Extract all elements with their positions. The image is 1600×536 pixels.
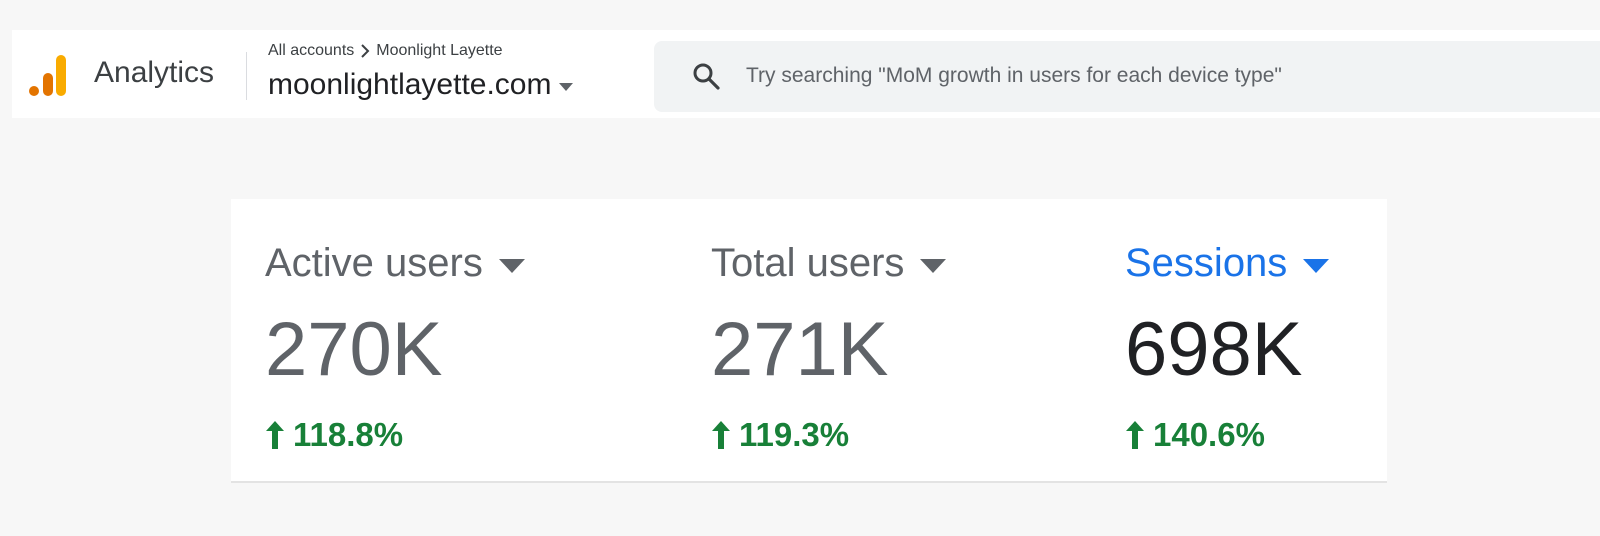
app-name: Analytics	[94, 56, 215, 89]
metric-value: 271K	[711, 307, 889, 392]
search-bar[interactable]	[654, 41, 1600, 112]
metric-change: 118.8%	[265, 416, 525, 454]
metric-change: 119.3%	[711, 416, 946, 454]
arrow-up-icon	[1126, 421, 1144, 449]
metric-value: 270K	[265, 307, 443, 392]
metric-label: Active users	[265, 241, 483, 285]
metric-label: Sessions	[1125, 241, 1288, 285]
search-icon[interactable]	[692, 62, 720, 90]
metric-total-users[interactable]: Total users 271K 119.3%	[711, 241, 947, 454]
breadcrumb-account[interactable]: Moonlight Layette	[376, 42, 502, 60]
breadcrumb: All accounts Moonlight Layette	[268, 42, 503, 60]
metric-selector-active-users[interactable]: Active users	[265, 241, 525, 286]
caret-down-icon	[498, 258, 525, 273]
arrow-up-icon	[266, 421, 284, 449]
metric-value: 698K	[1125, 307, 1303, 392]
metrics-card: Active users 270K 118.8% Total users 271…	[231, 199, 1387, 483]
metric-active-users[interactable]: Active users 270K 118.8%	[265, 241, 525, 454]
property-selector[interactable]: moonlightlayette.com	[268, 68, 574, 102]
search-input[interactable]	[746, 59, 1566, 93]
arrow-up-icon	[712, 421, 730, 449]
metric-sessions[interactable]: Sessions 698K 140.6%	[1125, 241, 1330, 454]
analytics-logo-icon[interactable]	[28, 53, 68, 97]
property-name: moonlightlayette.com	[268, 68, 552, 101]
header-divider	[246, 52, 247, 100]
metric-change-value: 118.8%	[293, 416, 404, 453]
caret-down-icon	[920, 258, 947, 273]
breadcrumb-all-accounts[interactable]: All accounts	[268, 42, 354, 60]
caret-down-icon	[559, 83, 574, 91]
metric-change-value: 140.6%	[1153, 416, 1265, 453]
metric-change: 140.6%	[1125, 416, 1329, 454]
metric-change-value: 119.3%	[739, 416, 850, 453]
metric-selector-total-users[interactable]: Total users	[711, 241, 947, 286]
chevron-right-icon	[361, 44, 370, 58]
metric-label: Total users	[711, 241, 905, 285]
metric-selector-sessions[interactable]: Sessions	[1125, 241, 1330, 286]
caret-down-icon	[1303, 258, 1330, 273]
